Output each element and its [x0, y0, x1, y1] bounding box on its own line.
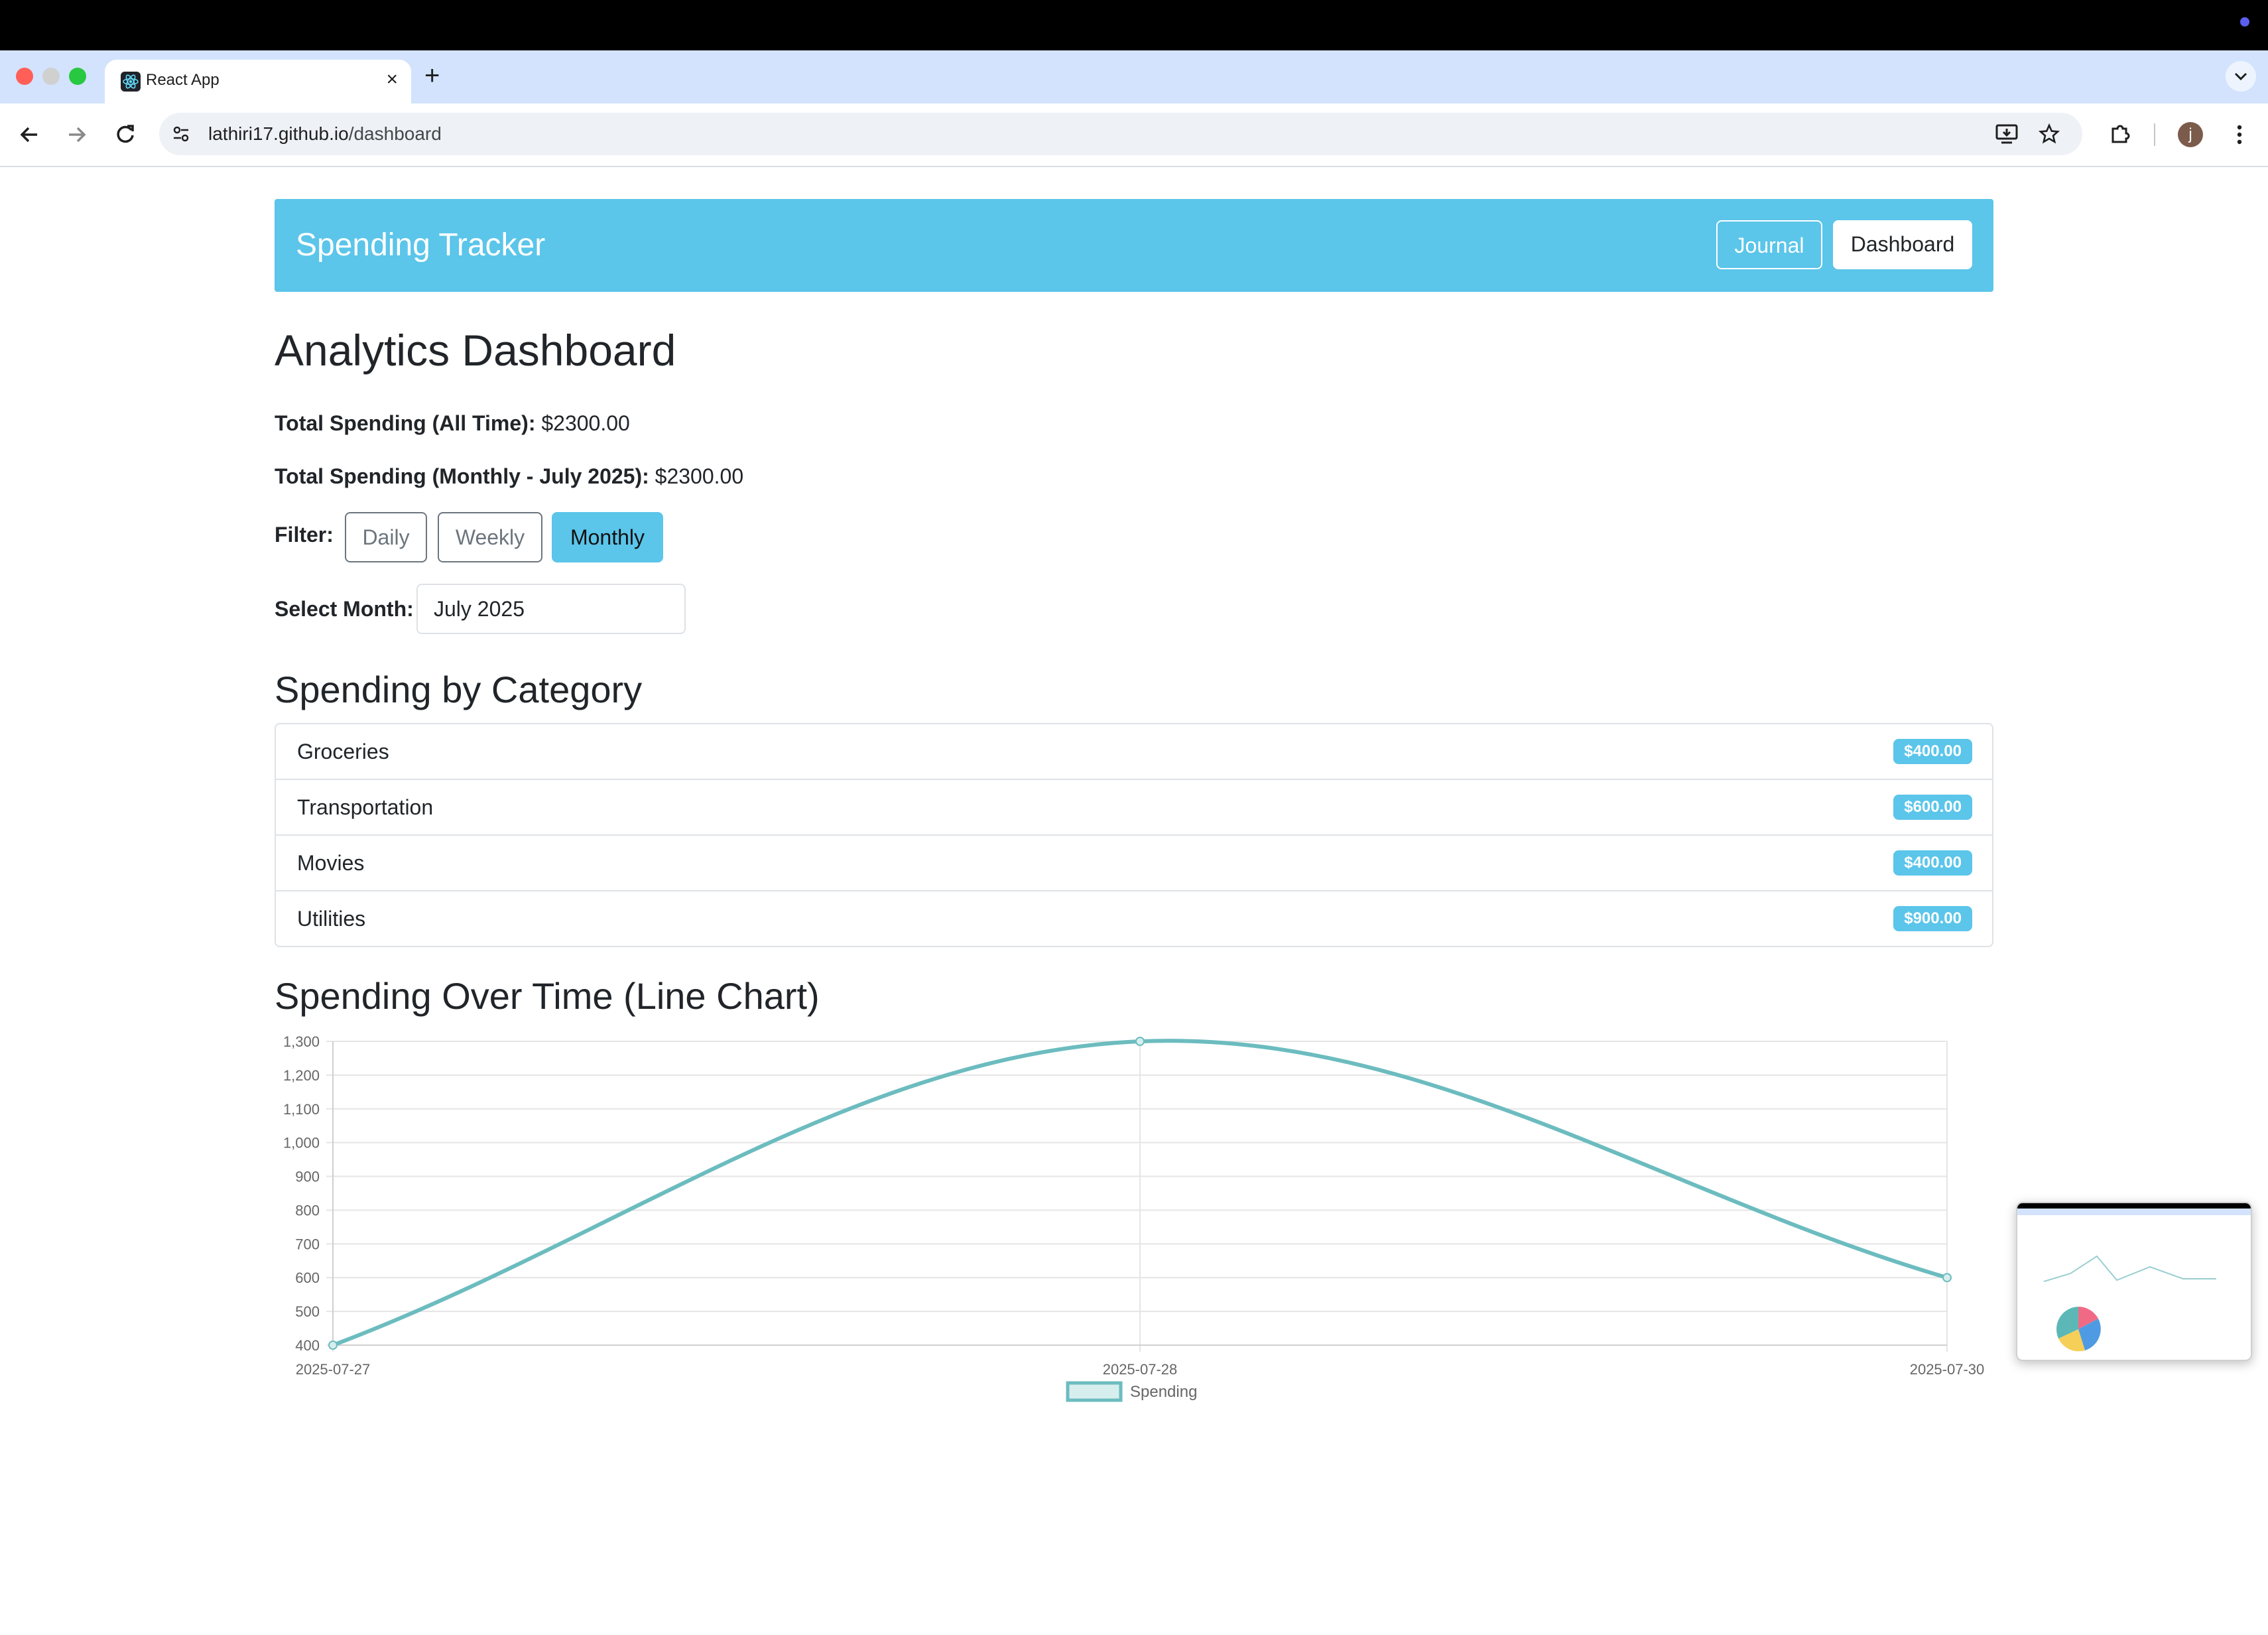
list-item: Transportation $600.00 — [276, 779, 1992, 834]
bookmark-star-icon[interactable] — [2039, 123, 2060, 145]
chart-heading: Spending Over Time (Line Chart) — [275, 975, 820, 1017]
category-name: Groceries — [297, 740, 389, 763]
month-label: Select Month: — [275, 597, 414, 621]
total-all-label: Total Spending (All Time): — [275, 411, 536, 435]
month-input[interactable]: July 2025 — [416, 584, 686, 634]
total-all-time: Total Spending (All Time): $2300.00 — [275, 409, 630, 438]
page-title: Analytics Dashboard — [275, 326, 676, 375]
toolbar-divider — [2154, 123, 2155, 146]
amount-badge: $900.00 — [1893, 906, 1972, 931]
total-all-value: $2300.00 — [541, 411, 630, 435]
data-point — [1135, 1037, 1145, 1046]
browser-toolbar: lathiri17.github.io/dashboard j — [0, 103, 2268, 167]
y-tick-label: 600 — [295, 1270, 320, 1286]
tab-title: React App — [146, 71, 220, 89]
screenshot-thumbnail-preview[interactable] — [2016, 1202, 2252, 1361]
category-heading: Spending by Category — [275, 669, 643, 710]
react-logo-icon — [121, 72, 141, 92]
close-tab-icon[interactable]: × — [386, 68, 398, 92]
y-tick-label: 700 — [295, 1236, 320, 1252]
data-point — [328, 1341, 338, 1350]
url-host: lathiri17.github.io — [208, 123, 349, 144]
thumbnail-topbar — [2017, 1203, 2251, 1209]
x-tick-label: 2025-07-28 — [1103, 1361, 1178, 1378]
site-settings-icon[interactable] — [171, 124, 191, 144]
list-item: Groceries $400.00 — [276, 724, 1992, 779]
thumbnail-page-preview — [2043, 1255, 2216, 1352]
y-tick-label: 900 — [295, 1169, 320, 1185]
legend-label: Spending — [1130, 1383, 1197, 1401]
browser-menu-icon[interactable] — [2224, 119, 2255, 150]
y-tick-label: 1,100 — [283, 1101, 320, 1118]
forward-arrow-icon[interactable] — [61, 119, 92, 150]
y-tick-label: 400 — [295, 1337, 320, 1354]
data-point — [1942, 1273, 1952, 1283]
amount-badge: $600.00 — [1893, 795, 1972, 820]
y-tick-label: 1,300 — [283, 1033, 320, 1050]
filter-monthly-button[interactable]: Monthly — [552, 512, 663, 562]
total-month-label: Total Spending (Monthly - July 2025): — [275, 464, 649, 488]
amount-badge: $400.00 — [1893, 850, 1972, 876]
y-tick-label: 500 — [295, 1303, 320, 1320]
spending-line-chart[interactable]: 400 500 600 700 800 900 1,000 1,100 1,200 1,300 20… — [275, 1021, 1993, 1632]
install-app-icon[interactable] — [1995, 123, 2019, 145]
url-path: /dashboard — [348, 123, 442, 144]
category-name: Utilities — [297, 907, 366, 931]
list-item: Movies $400.00 — [276, 834, 1992, 890]
app-navbar: Spending Tracker Journal Dashboard — [275, 199, 1993, 292]
legend-swatch — [1066, 1381, 1123, 1402]
maximize-window-button[interactable] — [69, 68, 86, 85]
os-menu-bar — [0, 0, 2268, 50]
filter-label: Filter: — [275, 523, 334, 547]
address-bar[interactable]: lathiri17.github.io/dashboard — [159, 113, 2082, 155]
journal-nav-button[interactable]: Journal — [1716, 220, 1822, 269]
line-chart-svg: 400 500 600 700 800 900 1,000 1,100 1,200 1,300 20… — [283, 1033, 1985, 1402]
y-tick-label: 1,000 — [283, 1135, 320, 1151]
status-dot-icon — [2240, 17, 2249, 27]
total-monthly: Total Spending (Monthly - July 2025): $2… — [275, 462, 743, 491]
y-tick-label: 1,200 — [283, 1067, 320, 1084]
amount-badge: $400.00 — [1893, 739, 1972, 764]
category-name: Movies — [297, 851, 365, 875]
reload-icon[interactable] — [110, 119, 141, 150]
total-month-value: $2300.00 — [655, 464, 744, 488]
thumbnail-tabs — [2017, 1209, 2251, 1215]
dashboard-nav-button[interactable]: Dashboard — [1833, 220, 1972, 269]
close-window-button[interactable] — [16, 68, 33, 85]
category-name: Transportation — [297, 795, 434, 819]
browser-tab[interactable]: React App × — [105, 60, 411, 103]
x-tick-label: 2025-07-30 — [1910, 1361, 1985, 1378]
extensions-puzzle-icon[interactable] — [2105, 119, 2135, 150]
new-tab-icon[interactable]: + — [424, 61, 440, 90]
x-tick-label: 2025-07-27 — [296, 1361, 371, 1378]
list-item: Utilities $900.00 — [276, 890, 1992, 946]
filter-weekly-button[interactable]: Weekly — [438, 512, 542, 562]
back-arrow-icon[interactable] — [15, 119, 45, 150]
minimize-window-button[interactable] — [42, 68, 60, 85]
category-list: Groceries $400.00 Transportation $600.00… — [275, 723, 1993, 947]
tab-search-chevron-icon[interactable] — [2226, 61, 2256, 92]
y-tick-label: 800 — [295, 1202, 320, 1218]
url-text: lathiri17.github.io/dashboard — [208, 122, 442, 146]
filter-daily-button[interactable]: Daily — [345, 512, 427, 562]
profile-avatar[interactable]: j — [2178, 122, 2203, 147]
app-brand[interactable]: Spending Tracker — [296, 224, 545, 267]
